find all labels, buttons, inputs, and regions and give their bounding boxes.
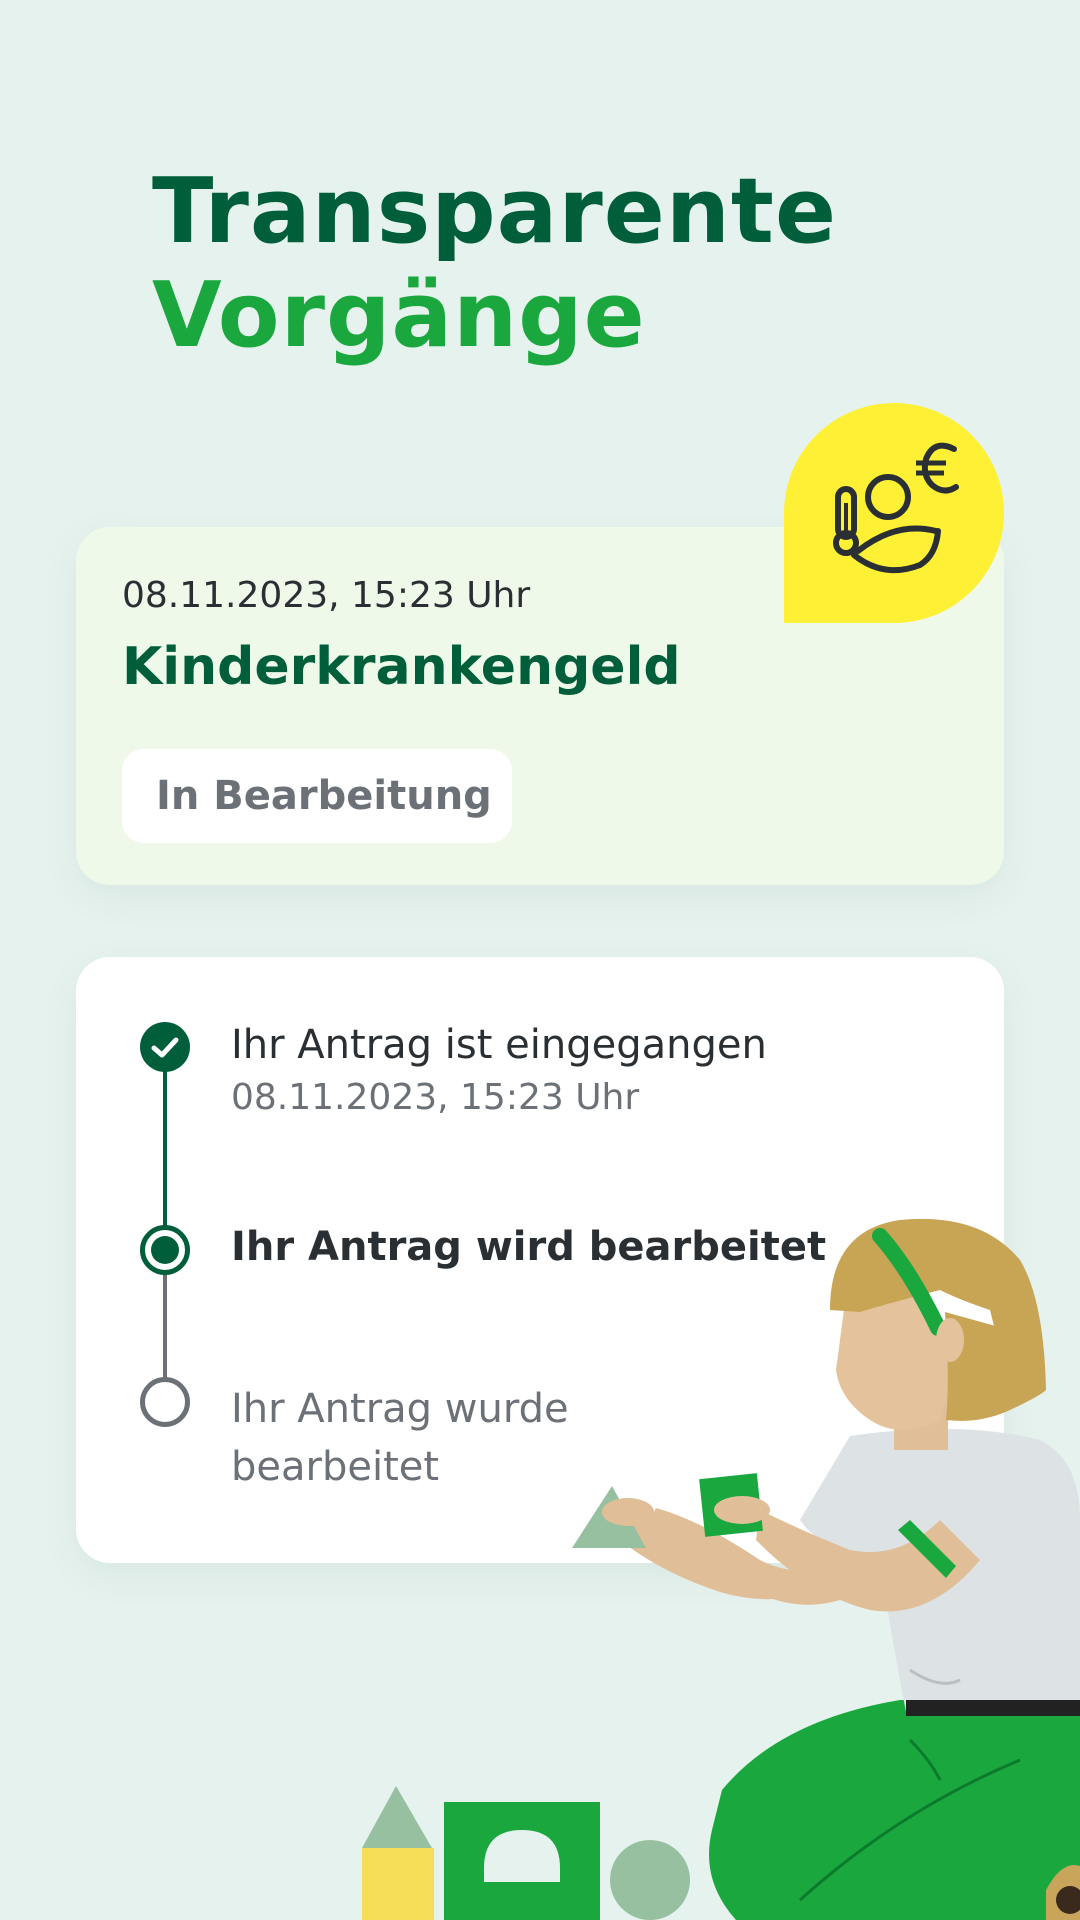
timeline-connector-done bbox=[163, 1070, 167, 1242]
claim-date: 08.11.2023, 15:23 Uhr bbox=[122, 575, 531, 616]
step-active-icon bbox=[140, 1225, 190, 1275]
headline-line-2: Vorgänge bbox=[152, 263, 646, 368]
headline-line-1: Transparente bbox=[152, 159, 837, 264]
page-headline: Transparente Vorgänge bbox=[152, 160, 837, 368]
timeline-step-received-date: 08.11.2023, 15:23 Uhr bbox=[231, 1077, 640, 1118]
sick-pay-icon bbox=[784, 403, 1004, 623]
timeline-step-received: Ihr Antrag ist eingegangen bbox=[231, 1022, 767, 1068]
step-done-check-icon bbox=[140, 1022, 190, 1072]
claim-title: Kinderkrankengeld bbox=[122, 637, 681, 697]
timeline-connector-pending bbox=[163, 1272, 167, 1382]
timeline-step-completed: Ihr Antrag wurde bearbeitet bbox=[231, 1386, 569, 1490]
status-badge: In Bearbeitung bbox=[122, 749, 512, 843]
timeline-step-processing: Ihr Antrag wird bearbeitet bbox=[231, 1224, 827, 1270]
step-pending-icon bbox=[140, 1377, 190, 1427]
